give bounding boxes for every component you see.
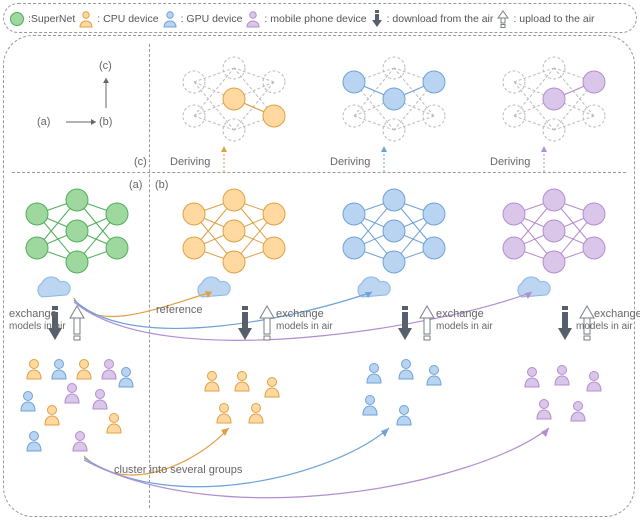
people-gpu xyxy=(344,358,454,453)
upload-icon xyxy=(497,10,509,28)
label-c: (c) xyxy=(134,156,147,168)
legend-bar: :SuperNet : CPU device : GPU device : mo… xyxy=(3,3,637,33)
cluster-label: cluster into several groups xyxy=(114,464,242,476)
cloud-gpu xyxy=(352,279,398,301)
cloud-a xyxy=(32,279,78,301)
derive-arrow-mobile xyxy=(539,144,549,172)
group-net-mobile xyxy=(499,186,609,276)
download-icon xyxy=(371,10,383,28)
mobile-device-icon xyxy=(246,11,260,27)
legend-gpu: : GPU device xyxy=(181,13,243,25)
exchange-gpu xyxy=(396,304,436,350)
label-b-sm: (b) xyxy=(99,116,112,128)
people-cpu xyxy=(184,366,294,456)
divider-horizontal xyxy=(12,172,626,173)
legend-supernet: :SuperNet xyxy=(28,13,75,25)
ex-a-l2: models in air xyxy=(9,321,66,332)
main-diagram: (a) (b) (c) (a) (b) (c) xyxy=(3,35,635,517)
cloud-cpu xyxy=(192,279,238,301)
cloud-mobile xyxy=(512,279,558,301)
label-b: (b) xyxy=(155,179,168,191)
derived-net-gpu xyxy=(339,54,449,144)
label-c-sm: (c) xyxy=(99,60,112,72)
exchange-cpu xyxy=(236,304,276,350)
divider-vertical xyxy=(149,44,150,508)
deriving-cpu: Deriving xyxy=(170,156,210,168)
label-a-sm: (a) xyxy=(37,116,50,128)
deriving-mobile: Deriving xyxy=(490,156,530,168)
cpu-device-icon xyxy=(79,11,93,27)
ex-gpu-l2: models in air xyxy=(436,321,493,332)
ex-mobile-l2: models in air xyxy=(576,321,633,332)
ex-cpu-l2: models in air xyxy=(276,321,333,332)
ex-gpu-l1: exchange xyxy=(436,308,484,320)
derived-net-mobile xyxy=(499,54,609,144)
derive-arrow-gpu xyxy=(379,144,389,172)
ex-mobile-l1: exchange xyxy=(594,308,640,320)
legend-upload: : upload to the air xyxy=(513,13,594,25)
group-net-cpu xyxy=(179,186,289,276)
legend-mobile: : mobile phone device xyxy=(264,13,366,25)
group-net-gpu xyxy=(339,186,449,276)
derive-arrow-cpu xyxy=(219,144,229,172)
ex-a-l1: exchange xyxy=(9,308,57,320)
gpu-device-icon xyxy=(163,11,177,27)
people-mobile xyxy=(504,362,614,457)
flow-abc-schematic xyxy=(34,56,134,156)
supernet-network xyxy=(22,186,132,276)
deriving-gpu: Deriving xyxy=(330,156,370,168)
ex-cpu-l1: exchange xyxy=(276,308,324,320)
legend-cpu: : CPU device xyxy=(97,13,158,25)
reference-label: reference xyxy=(156,304,202,316)
people-mixed xyxy=(14,356,144,466)
supernet-swatch xyxy=(10,12,24,26)
legend-download: : download from the air xyxy=(387,13,494,25)
derived-net-cpu xyxy=(179,54,289,144)
